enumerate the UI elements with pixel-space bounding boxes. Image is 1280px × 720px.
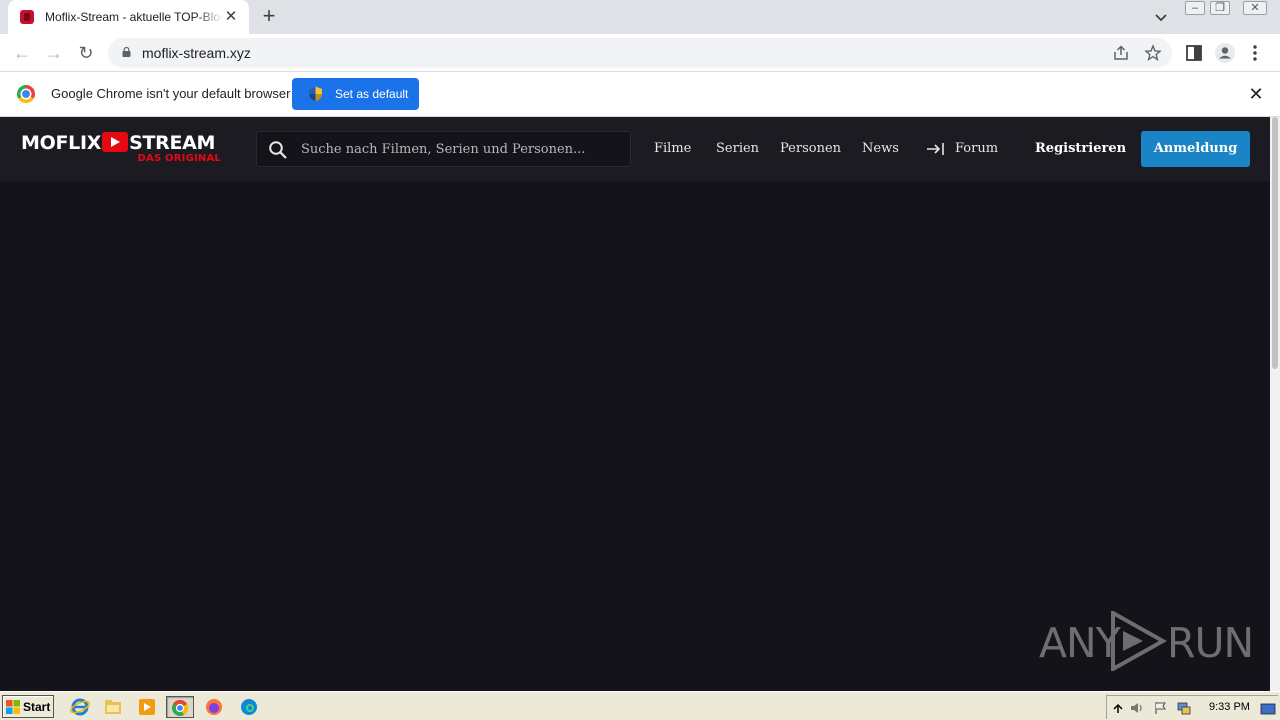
tab-title: Moflix-Stream - aktuelle TOP-Blockbuster [45, 10, 223, 24]
back-button[interactable]: ← [10, 42, 34, 64]
tab-search-chevron-icon[interactable] [1151, 7, 1171, 27]
browser-tab[interactable]: Moflix-Stream - aktuelle TOP-Blockbuster… [8, 0, 249, 34]
logo-tagline: DAS ORIGINAL [137, 153, 221, 164]
site-favicon-icon [20, 10, 34, 24]
search-input[interactable] [301, 133, 621, 165]
taskbar-chrome-active[interactable] [166, 696, 194, 718]
windows-taskbar: Start 9:33 PM [0, 691, 1280, 720]
minimize-button[interactable]: – [1185, 1, 1205, 15]
share-icon[interactable] [1112, 44, 1130, 62]
chrome-taskbar-icon [172, 699, 189, 716]
register-link[interactable]: Registrieren [1035, 141, 1126, 156]
page-scrollbar[interactable] [1270, 117, 1280, 691]
login-button[interactable]: Anmeldung [1141, 131, 1250, 167]
nav-filme[interactable]: Filme [654, 141, 691, 156]
set-as-default-label: Set as default [335, 87, 409, 101]
windows-flag-icon [6, 699, 20, 714]
action-center-flag-icon[interactable] [1153, 700, 1169, 716]
uac-shield-icon [309, 86, 322, 102]
edge-icon[interactable] [238, 696, 260, 718]
start-button[interactable]: Start [2, 695, 54, 718]
network-icon[interactable] [1176, 700, 1192, 716]
taskbar-clock[interactable]: 9:33 PM [1209, 701, 1250, 713]
nav-personen[interactable]: Personen [780, 141, 841, 156]
lock-icon[interactable] [122, 47, 131, 57]
search-box[interactable] [256, 131, 631, 167]
browser-toolbar: ← → ↻ moflix-stream.xyz [0, 34, 1280, 72]
scrollbar-thumb[interactable] [1272, 117, 1278, 369]
site-logo[interactable]: MOFLIX STREAM DAS ORIGINAL [21, 132, 221, 168]
forum-login-arrow-icon[interactable] [926, 141, 946, 157]
restore-button[interactable]: ❐ [1210, 1, 1230, 15]
set-as-default-button[interactable]: Set as default [292, 78, 419, 110]
side-panel-icon[interactable] [1183, 42, 1205, 64]
internet-explorer-icon[interactable] [69, 696, 91, 718]
file-explorer-icon[interactable] [102, 696, 124, 718]
profile-avatar-icon[interactable] [1214, 42, 1236, 64]
default-browser-infobar: Google Chrome isn't your default browser… [0, 72, 1280, 117]
new-tab-button[interactable]: + [258, 5, 280, 28]
chrome-logo-icon [17, 85, 35, 103]
nav-serien[interactable]: Serien [716, 141, 759, 156]
logo-play-icon [102, 132, 129, 152]
address-bar[interactable]: moflix-stream.xyz [108, 38, 1172, 68]
infobar-close-icon[interactable]: ✕ [1247, 85, 1265, 103]
tab-close-icon[interactable]: ✕ [223, 9, 239, 25]
search-icon[interactable] [268, 140, 288, 160]
tray-expand-icon[interactable] [1110, 700, 1126, 716]
media-player-icon[interactable] [136, 696, 158, 718]
start-label: Start [23, 699, 51, 714]
tab-strip: Moflix-Stream - aktuelle TOP-Blockbuster… [0, 0, 1280, 34]
page-viewport: MOFLIXSTREAM DAS ORIGINAL Filme Serien P… [0, 117, 1270, 691]
logo-wordmark: MOFLIX STREAM [21, 132, 216, 154]
watermark-text-right: RUN [1167, 619, 1254, 667]
nav-forum[interactable]: Forum [955, 141, 998, 156]
show-desktop-icon[interactable] [1260, 701, 1276, 717]
bookmark-star-icon[interactable] [1144, 44, 1162, 62]
system-tray: 9:33 PM [1106, 695, 1278, 719]
more-menu-icon[interactable] [1244, 42, 1266, 64]
close-window-button[interactable]: ✕ [1243, 1, 1267, 15]
url-text[interactable]: moflix-stream.xyz [142, 45, 251, 61]
anyrun-watermark: ANY RUN [1039, 609, 1254, 671]
reload-button[interactable]: ↻ [74, 42, 98, 64]
site-header: MOFLIXSTREAM DAS ORIGINAL Filme Serien P… [0, 117, 1270, 181]
forward-button[interactable]: → [42, 42, 66, 64]
volume-icon[interactable] [1129, 700, 1145, 716]
infobar-message: Google Chrome isn't your default browser [51, 86, 291, 101]
watermark-text-left: ANY [1039, 619, 1121, 667]
watermark-play-logo-icon [1111, 611, 1167, 671]
nav-news[interactable]: News [862, 141, 899, 156]
firefox-icon[interactable] [203, 696, 225, 718]
